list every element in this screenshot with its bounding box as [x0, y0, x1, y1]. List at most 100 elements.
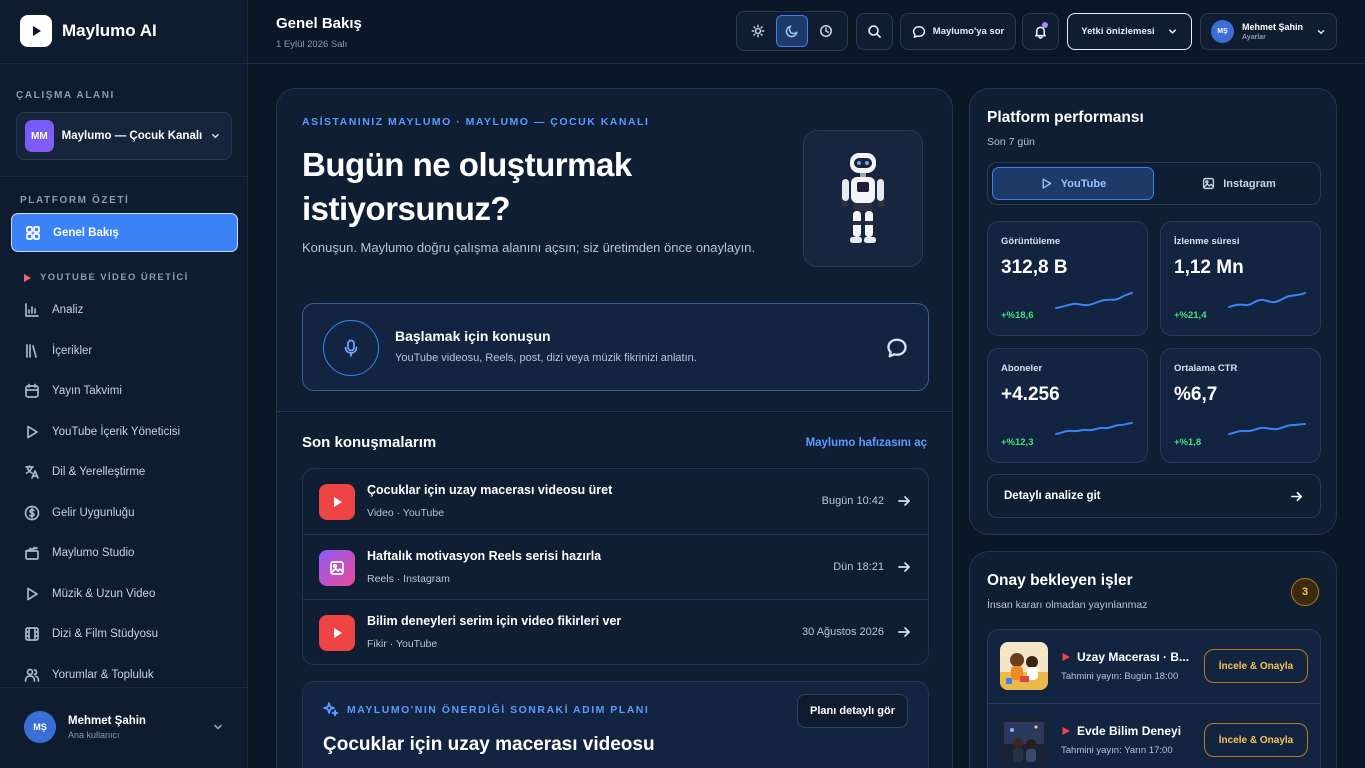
conversation-meta: Fikir · YouTube — [367, 638, 438, 650]
sidebar-user-menu[interactable]: MŞ Mehmet Şahin Ana kullanıcı — [24, 711, 224, 743]
nav-item-label: Analiz — [52, 304, 84, 316]
nav-item-dizi-film-studyosu[interactable]: Dizi & Film Stüdyosu — [24, 626, 158, 642]
user-name: Mehmet Şahin — [68, 714, 146, 727]
chevron-down-icon — [1168, 29, 1176, 34]
microphone-button[interactable] — [323, 320, 379, 376]
detailed-analysis-button[interactable]: Detaylı analize git — [987, 474, 1321, 518]
nav-item-maylumo-studio[interactable]: Maylumo Studio — [24, 545, 134, 561]
plan-detail-button[interactable]: Planı detaylı gör — [797, 694, 908, 728]
user-role: Ana kullanıcı — [68, 729, 120, 740]
hero-eyebrow: ASİSTANINIZ MAYLUMO · MAYLUMO — ÇOCUK KA… — [302, 116, 650, 128]
avatar: MŞ — [1211, 20, 1234, 43]
auto-theme-button[interactable] — [810, 15, 842, 47]
conversation-row[interactable]: Bilim deneyleri serim için video fikirle… — [303, 599, 928, 664]
app-name: Maylumo AI — [62, 21, 157, 40]
performance-title: Platform performansı — [987, 109, 1144, 126]
nav-item-analiz[interactable]: Analiz — [24, 302, 83, 318]
metric-delta: +%1,8 — [1174, 437, 1202, 448]
play-icon — [27, 587, 38, 601]
chart-icon — [25, 303, 39, 317]
sparkline — [1055, 292, 1133, 309]
metric-card-views[interactable]: Görüntüleme 312,8 B +%18,6 — [987, 221, 1148, 336]
divider — [0, 63, 247, 64]
search-icon — [868, 25, 881, 38]
platform-tabs: YouTube Instagram — [987, 162, 1321, 205]
plan-eyebrow: MAYLUMO'NIN ÖNERDİĞİ SONRAKİ ADIM PLANI — [347, 704, 650, 716]
metric-label: Ortalama CTR — [1174, 363, 1238, 374]
nav-item-label: Yayın Takvimi — [52, 385, 122, 397]
approval-date: Tahmini yayın: Bugün 18:00 — [1061, 671, 1179, 682]
conversation-row[interactable]: Çocuklar için uzay macerası videosu üret… — [303, 469, 928, 534]
nav-item-label: Gelir Uygunluğu — [52, 507, 135, 519]
nav-item-label: İçerikler — [52, 345, 93, 357]
user-name: Mehmet Şahin — [1242, 22, 1304, 32]
metric-delta: +%12,3 — [1001, 437, 1034, 448]
nav-item-gelir-uygunlugu[interactable]: Gelir Uygunluğu — [24, 505, 134, 521]
approval-row: Uzay Macerası · B... Tahmini yayın: Bugü… — [988, 630, 1320, 703]
user-menu[interactable]: MŞ Mehmet Şahin Ayarlar — [1200, 13, 1337, 50]
voice-prompt-box[interactable]: Başlamak için konuşun YouTube videosu, R… — [302, 303, 929, 391]
approval-row: Evde Bilim Deneyi Tahmini yayın: Yarın 1… — [988, 703, 1320, 768]
review-approve-button[interactable]: İncele & Onayla — [1204, 723, 1308, 757]
chat-bubble-icon — [912, 25, 925, 38]
arrow-right-icon — [898, 627, 910, 637]
pending-approvals-card: Onay bekleyen işler İnsan kararı olmadan… — [969, 551, 1337, 768]
nav-item-label: Maylumo Studio — [52, 547, 135, 559]
nav-item-muzik-uzun-video[interactable]: Müzik & Uzun Video — [24, 586, 155, 602]
open-memory-link[interactable]: Maylumo hafızasını aç — [806, 437, 927, 449]
play-icon — [1042, 178, 1052, 189]
approvals-count-badge: 3 — [1291, 578, 1319, 606]
metric-label: Aboneler — [1001, 363, 1043, 374]
youtube-section-label: YOUTUBE VİDEO ÜRETİCİ — [22, 272, 189, 283]
preview-label: Yetki önizlemesi — [1081, 26, 1155, 37]
nav-item-icerikler[interactable]: İçerikler — [24, 343, 92, 359]
nav-item-dil-yerellestirme[interactable]: Dil & Yerelleştirme — [24, 464, 145, 480]
light-theme-button[interactable] — [742, 15, 774, 47]
workspace-label: ÇALIŞMA ALANI — [16, 90, 115, 101]
app-logo[interactable]: Maylumo AI — [20, 15, 157, 47]
metric-delta: +%18,6 — [1001, 310, 1034, 321]
video-thumbnail — [1000, 716, 1048, 764]
notifications-button[interactable] — [1022, 13, 1059, 50]
nav-item-label: YouTube İçerik Yöneticisi — [52, 426, 181, 438]
conversation-row[interactable]: Haftalık motivasyon Reels serisi hazırla… — [303, 534, 928, 599]
calendar-icon — [25, 383, 39, 398]
nav-item-yayin-takvimi[interactable]: Yayın Takvimi — [24, 383, 122, 399]
sidebar: Maylumo AI ÇALIŞMA ALANI MM Maylumo — Ço… — [0, 0, 248, 768]
metric-card-watch-time[interactable]: İzlenme süresi 1,12 Mn +%21,4 — [1160, 221, 1321, 336]
review-approve-button[interactable]: İncele & Onayla — [1204, 649, 1308, 683]
conversation-title: Haftalık motivasyon Reels serisi hazırla — [367, 549, 602, 563]
permission-preview-dropdown[interactable]: Yetki önizlemesi — [1067, 13, 1192, 50]
platform-label: PLATFORM ÖZETİ — [20, 195, 130, 206]
nav-item-genel-bakis[interactable]: Genel Bakış — [11, 213, 238, 252]
conversation-title: Çocuklar için uzay macerası videosu üret — [367, 483, 613, 497]
approvals-list: Uzay Macerası · B... Tahmini yayın: Bugü… — [987, 629, 1321, 768]
workspace-select[interactable]: MM Maylumo — Çocuk Kanalı — [16, 112, 232, 160]
sparkline — [1228, 292, 1306, 308]
moon-icon — [785, 25, 798, 38]
search-button[interactable] — [856, 13, 893, 50]
nav-item-yorumlar-topluluk[interactable]: Yorumlar & Topluluk — [24, 667, 154, 683]
hero-subtitle: Konuşun. Maylumo doğru çalışma alanını a… — [302, 240, 756, 255]
metric-card-ctr[interactable]: Ortalama CTR %6,7 +%1,8 — [1160, 348, 1321, 463]
detail-button-label: Detaylı analize git — [1004, 490, 1101, 502]
youtube-section-text: YOUTUBE VİDEO ÜRETİCİ — [40, 272, 189, 283]
tab-instagram[interactable]: Instagram — [1158, 167, 1320, 200]
platform-performance-card: Platform performansı Son 7 gün YouTube I… — [969, 88, 1337, 535]
divider — [277, 411, 952, 412]
ask-maylumo-button[interactable]: Maylumo'ya sor — [900, 13, 1016, 50]
metric-label: Görüntüleme — [1001, 236, 1061, 247]
nav-item-youtube-icerik-yoneticisi[interactable]: YouTube İçerik Yöneticisi — [24, 424, 180, 440]
film-icon — [25, 627, 39, 641]
dark-theme-button[interactable] — [776, 15, 808, 47]
approval-title: Uzay Macerası · B... — [1077, 650, 1190, 664]
hero-title: Bugün ne oluşturmak istiyorsunuz? — [302, 146, 632, 227]
nav-item-label: Dil & Yerelleştirme — [52, 466, 146, 478]
tab-youtube[interactable]: YouTube — [992, 167, 1154, 200]
conversation-time: Bugün 10:42 — [821, 495, 884, 507]
chat-bubble-icon[interactable] — [886, 337, 908, 359]
avatar: MŞ — [24, 711, 56, 743]
voice-subtitle: YouTube videosu, Reels, post, dizi veya … — [395, 352, 697, 364]
conversation-title: Bilim deneyleri serim için video fikirle… — [367, 614, 622, 628]
metric-card-subscribers[interactable]: Aboneler +4.256 +%12,3 — [987, 348, 1148, 463]
